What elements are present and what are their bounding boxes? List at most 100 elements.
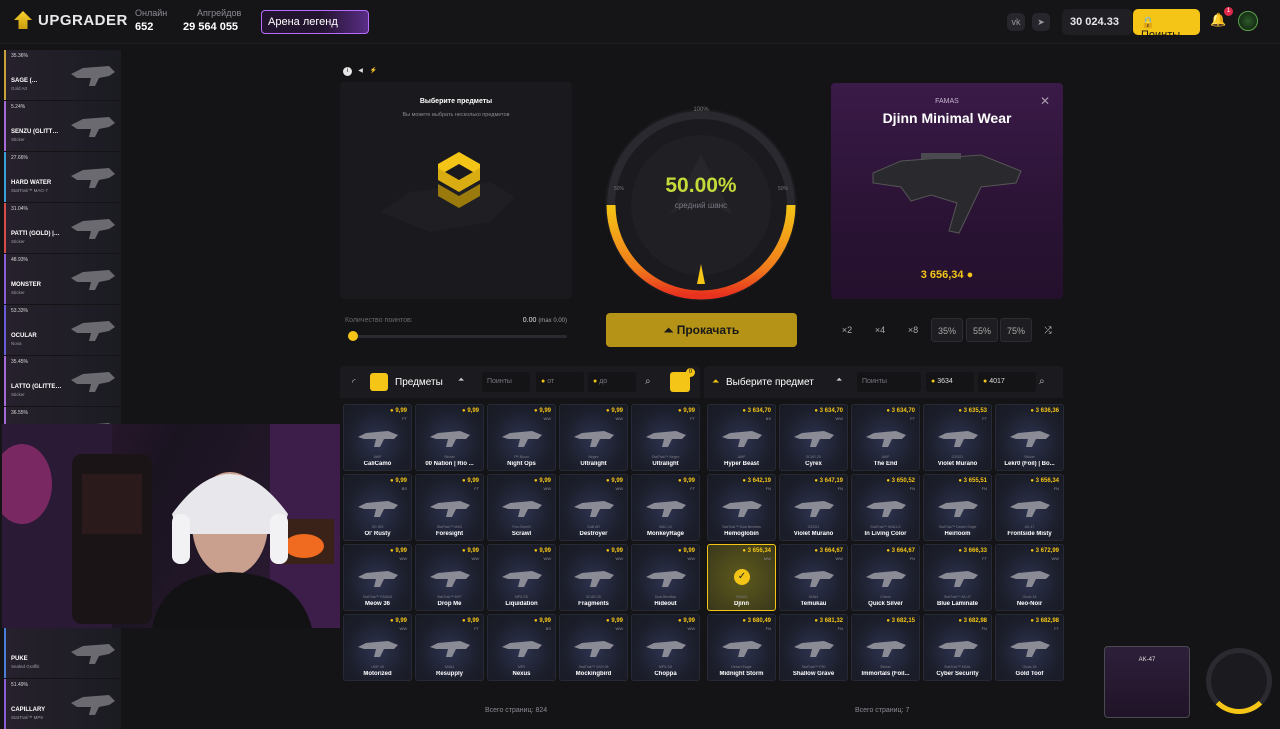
sort-icon[interactable]: ⏶ <box>836 375 842 385</box>
left_panel-item-card[interactable]: ● 9,99 FT MAC-10 MonkeyRage <box>631 474 700 541</box>
select-items-card[interactable]: Выберите предметы Вы можете выбрать неск… <box>340 82 572 299</box>
left_panel-item-card[interactable]: ● 9,99 Sticker 00 Nation | Rio ... <box>415 404 484 471</box>
left_panel-item-card[interactable]: ● 9,99 WW MP5-SD Liquidation <box>487 544 556 611</box>
feed-item[interactable]: 35.36% SAGE (… Gold Art <box>4 50 121 100</box>
price-to-input[interactable]: ● до <box>588 372 636 392</box>
item-wear: WW <box>543 556 551 561</box>
coin-icon: ● <box>886 408 890 414</box>
right_panel-item-card[interactable]: ● 3 647,19 FN G3SG1 Violet Murano <box>779 474 848 541</box>
points-filter-input[interactable]: Поинты <box>482 372 530 392</box>
item-type: SG 553 <box>371 525 384 529</box>
shuffle-icon[interactable]: ⤮ <box>1038 318 1058 342</box>
target-points-input[interactable]: Поинты <box>857 372 921 392</box>
item-skin-name: Liquidation <box>505 601 538 607</box>
right_panel-item-card[interactable]: ● 3 672,99 WW Glock-18 Neo-Noir <box>995 544 1064 611</box>
chance-75-button[interactable]: 75% <box>1000 318 1032 342</box>
feed-item[interactable]: 5.24% SENZU (GLITT… Sticker <box>4 101 121 151</box>
left_panel-item-card[interactable]: ● 9,99 WW MP5-SD Choppa <box>631 614 700 681</box>
right_panel-item-card[interactable]: ● 3 656,34 MW ✓ FAMAS Djinn <box>707 544 776 611</box>
feed-item[interactable]: PUKE Sealed Graffiti <box>4 628 121 678</box>
item-price-value: 9,99 <box>467 548 479 554</box>
sort-icon[interactable]: ⏶ <box>458 375 464 385</box>
item-price: ● 9,99 <box>678 548 695 554</box>
target-item-card[interactable]: FAMAS Djinn Minimal Wear ✕ 3 656,34 ● <box>831 83 1063 299</box>
feed-item[interactable]: 48.93% MONSTER Sticker <box>4 254 121 304</box>
chance-35-button[interactable]: 35% <box>931 318 963 342</box>
left_panel-item-card[interactable]: ● 9,99 WW Negev Ultralight <box>559 404 628 471</box>
left_panel-item-card[interactable]: ● 9,99 WW StatTrak™ FAMAS Meow 36 <box>343 544 412 611</box>
logo[interactable]: UPGRADER <box>14 11 128 29</box>
right_panel-item-card[interactable]: ● 3 682,98 FT Glock-18 Gold Toof <box>995 614 1064 681</box>
multiplier-x2[interactable]: ×2 <box>834 318 860 342</box>
right_panel-item-card[interactable]: ● 3 680,49 FN Desert Eagle Midnight Storm <box>707 614 776 681</box>
telegram-icon[interactable]: ➤ <box>1032 13 1050 31</box>
left_panel-item-card[interactable]: ● 9,99 BS MP9 Nexus <box>487 614 556 681</box>
left_panel-item-card[interactable]: ● 9,99 WW UMP-45 Motorized <box>343 614 412 681</box>
left_panel-item-card[interactable]: ● 9,99 WW Dual Berettas Hideout <box>631 544 700 611</box>
right_panel-item-card[interactable]: ● 3 681,32 FN StatTrak™ P90 Shallow Grave <box>779 614 848 681</box>
item-price-value: 9,99 <box>395 618 407 624</box>
points-slider[interactable]: Количество поинтов: 0.00 (max 0.00) <box>345 317 567 341</box>
left_panel-item-card[interactable]: ● 9,99 WW StatTrak™ MP7 Drop Me <box>415 544 484 611</box>
balance[interactable]: 30 024.33 <box>1062 9 1132 35</box>
right_panel-item-card[interactable]: ● 3 664,67 FN Charm Quick Silver <box>851 544 920 611</box>
right_panel-item-card[interactable]: ● 3 636,36 Sticker Lekr0 (Foil) | Bo... <box>995 404 1064 471</box>
item-price: ● 3 666,33 <box>958 548 987 554</box>
right_panel-item-card[interactable]: ● 3 664,67 WW M4A4 Temukau <box>779 544 848 611</box>
target-to-input[interactable]: ● 4017 <box>978 372 1036 392</box>
left_panel-item-card[interactable]: ● 9,99 WW StatTrak™ SSG 08 Mockingbird <box>559 614 628 681</box>
search-icon[interactable]: ⌕ <box>1039 376 1045 387</box>
feed-item[interactable]: 35.45% LATTO (GLITTE… Sticker <box>4 356 121 406</box>
coin-icon: ● <box>462 618 466 624</box>
search-icon[interactable]: ⌕ <box>645 376 651 387</box>
item-wear: MW <box>763 556 771 561</box>
feed-item[interactable]: 27.66% HARD WATER StatTrak™ MAG-7 <box>4 152 121 202</box>
feed-item[interactable]: 53.33% OCULAR Nova <box>4 305 121 355</box>
points-button[interactable]: 🔒 Поинты <box>1133 9 1200 41</box>
item-skin-name: The End <box>873 461 898 467</box>
right_panel-item-card[interactable]: ● 3 635,53 FT G3SG1 Violet Murano <box>923 404 992 471</box>
vk-icon[interactable]: vk <box>1007 13 1025 31</box>
left_panel-item-card[interactable]: ● 9,99 WW PP-Bizon Night Ops <box>487 404 556 471</box>
left_panel-item-card[interactable]: ● 9,99 FT StatTrak™ Negev Ultralight <box>631 404 700 471</box>
right_panel-item-card[interactable]: ● 3 666,33 FT StatTrak™ AK-47 Blue Laminate <box>923 544 992 611</box>
right_panel-item-card[interactable]: ● 3 634,70 FT AWP The End <box>851 404 920 471</box>
slider-track[interactable] <box>349 335 567 338</box>
avatar[interactable] <box>1238 11 1258 31</box>
multiplier-x4[interactable]: ×4 <box>867 318 893 342</box>
right_panel-item-card[interactable]: ● 3 682,15 Sticker Immortals (Foil... <box>851 614 920 681</box>
info-icon[interactable]: i <box>343 67 352 76</box>
left_panel-item-card[interactable]: ● 9,99 WW Galil AR Destroyer <box>559 474 628 541</box>
upgrade-button[interactable]: ⏶ Прокачать <box>606 313 797 347</box>
item-wear: WW <box>543 486 551 491</box>
price-from-input[interactable]: ● от <box>536 372 584 392</box>
multiplier-x8[interactable]: ×8 <box>900 318 926 342</box>
right_panel-item-card[interactable]: ● 3 642,19 FN StatTrak™ Dual Berettas Hemog… <box>707 474 776 541</box>
lightning-icon[interactable]: ⚡ <box>369 67 378 76</box>
right_panel-item-card[interactable]: ● 3 650,52 FN StatTrak™ M4A1-S In Living Co… <box>851 474 920 541</box>
right_panel-item-card[interactable]: ● 3 634,70 WW SCAR-20 Cyrex <box>779 404 848 471</box>
left_panel-item-card[interactable]: ● 9,99 FT M4A4 Resupply <box>415 614 484 681</box>
coin-icon: ● <box>886 618 890 624</box>
sound-icon[interactable]: ◀ <box>356 67 365 76</box>
arena-button[interactable]: Арена легенд <box>261 10 369 34</box>
item-type: FAMAS <box>735 595 748 599</box>
left_panel-item-card[interactable]: ● 9,99 BS SG 553 Ol' Rusty <box>343 474 412 541</box>
left_panel-item-card[interactable]: ● 9,99 FT AWP CaliCamo <box>343 404 412 471</box>
slider-handle[interactable] <box>348 331 358 341</box>
target-from-input[interactable]: ● 3634 <box>926 372 974 392</box>
left_panel-item-card[interactable]: ● 9,99 WW Five-SeveN Scrawl <box>487 474 556 541</box>
left_panel-item-card[interactable]: ● 9,99 WW SCAR-20 Fragments <box>559 544 628 611</box>
feed-chance: 35.45% <box>11 359 28 365</box>
feed-item[interactable]: 31.04% PATTI (GOLD) |… Sticker <box>4 203 121 253</box>
right_panel-item-card[interactable]: ● 3 682,98 FN StatTrak™ M4A1 Cyber Security <box>923 614 992 681</box>
item-price: ● 9,99 <box>678 618 695 624</box>
item-price-value: 3 634,70 <box>747 408 771 414</box>
left_panel-item-card[interactable]: ● 9,99 FT StatTrak™ MAG Foresight <box>415 474 484 541</box>
right_panel-item-card[interactable]: ● 3 634,70 BS AWP Hyper Beast <box>707 404 776 471</box>
right_panel-item-card[interactable]: ● 3 656,34 FN AK-47 Frontside Misty <box>995 474 1064 541</box>
mini-upgrade-widget[interactable]: AK-47 <box>1104 646 1190 718</box>
feed-item[interactable]: 51.49% CAPILLARY StatTrak™ MP9 <box>4 679 121 729</box>
chance-55-button[interactable]: 55% <box>966 318 998 342</box>
right_panel-item-card[interactable]: ● 3 655,51 FN StatTrak™ Desert Eagle Heirlo… <box>923 474 992 541</box>
